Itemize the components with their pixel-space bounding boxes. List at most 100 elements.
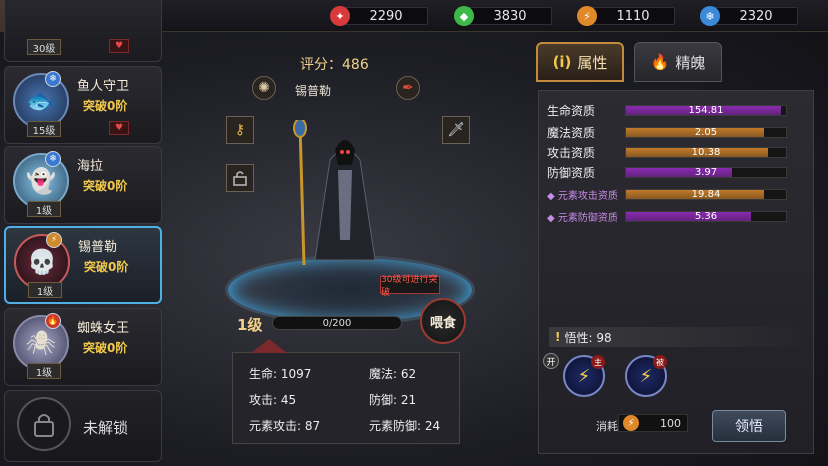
- collapse-arrow-icon[interactable]: [251, 339, 287, 353]
- ruby-icon: ✦: [330, 6, 350, 26]
- info-icon: (i): [552, 53, 572, 71]
- attribute-bar: 19.84: [625, 188, 787, 200]
- pet-display-name: 锡普勒: [295, 84, 332, 98]
- attribute-bar: 5.36: [625, 210, 787, 222]
- pet-name: 锡普勒: [78, 240, 118, 255]
- comprehend-button[interactable]: 领悟: [712, 410, 786, 442]
- pet-card[interactable]: 🐟 ❄ 15级 鱼人守卫 突破0阶 ♥: [4, 66, 162, 144]
- attribute-label: ◆ 元素攻击资质: [547, 190, 618, 202]
- pet-level: 30级: [27, 39, 61, 55]
- attribute-value: 19.84: [691, 188, 721, 200]
- pet-level: 1级: [28, 282, 62, 298]
- pet-score: 评分：486: [300, 57, 369, 73]
- attribute-row: 攻击资质 10.38: [547, 143, 807, 161]
- exclaim-icon: !: [555, 330, 561, 344]
- pet-list[interactable]: 30级 ♥ 🐟 ❄ 15级 鱼人守卫 突破0阶 ♥ 👻 ❄ 1级 海拉 突破0阶…: [0, 0, 168, 466]
- stat-elem-defense: 元素防御: 24: [369, 419, 441, 433]
- sun-badge-icon[interactable]: ✺: [252, 76, 276, 100]
- resource-value: 2320: [714, 7, 798, 25]
- favorite-icon[interactable]: ♥: [109, 121, 129, 135]
- attribute-label: 防御资质: [547, 165, 596, 180]
- cost-amount: 100: [660, 416, 681, 430]
- resource-value: 2290: [344, 7, 428, 25]
- insight-bar: ! 悟性: 98: [549, 327, 809, 347]
- stat-magic: 魔法: 62: [369, 367, 417, 381]
- pet-card-selected[interactable]: 💀 ⚡ 1级 锡普勒 突破0阶: [4, 226, 162, 304]
- key-icon[interactable]: ⚷: [226, 116, 254, 144]
- breakthrough-hint: 30级可进行突破: [380, 275, 440, 298]
- stat-hp: 生命: 1097: [249, 367, 312, 381]
- exp-bar: 0/200: [272, 316, 402, 330]
- tab-label: 精魄: [675, 53, 706, 72]
- attribute-label: ◆ 元素防御资质: [547, 212, 618, 224]
- pet-name: 海拉: [77, 159, 104, 174]
- resource-emerald: ◆ 3830: [454, 5, 552, 27]
- fire-element-icon: 🔥: [45, 313, 61, 329]
- quill-icon[interactable]: ✒: [396, 76, 420, 100]
- attribute-row: 生命资质 154.81: [547, 101, 807, 119]
- resource-energy: ⚡ 1110: [577, 5, 675, 27]
- crystal-icon: ❄: [700, 6, 720, 26]
- sword-icon[interactable]: 🗡: [442, 116, 470, 144]
- skill-passive-icon[interactable]: ⚡ 被: [625, 355, 667, 397]
- resource-value: 3830: [468, 7, 552, 25]
- attribute-row: 魔法资质 2.05: [547, 123, 807, 141]
- locked-pet-card[interactable]: 未解锁: [4, 390, 162, 462]
- pet-stage: 突破0阶: [83, 341, 128, 355]
- stat-elem-attack: 元素攻击: 87: [249, 419, 321, 433]
- locked-label: 未解锁: [83, 419, 129, 437]
- energy-icon: ⚡: [577, 6, 597, 26]
- tab-soul[interactable]: 🔥 精魄: [634, 42, 722, 82]
- emerald-icon: ◆: [454, 6, 474, 26]
- pet-stage: 突破0阶: [84, 260, 129, 274]
- favorite-icon[interactable]: ♥: [109, 39, 129, 53]
- stat-defense: 防御: 21: [369, 393, 417, 407]
- pet-card[interactable]: 👻 ❄ 1级 海拉 突破0阶: [4, 146, 162, 224]
- attribute-value: 10.38: [691, 146, 721, 158]
- attribute-value: 2.05: [694, 126, 718, 138]
- cost-label: 消耗: [596, 420, 618, 433]
- pet-character-model: [293, 120, 376, 266]
- ice-element-icon: ❄: [45, 151, 61, 167]
- passive-badge: 被: [653, 355, 667, 369]
- attribute-row: ◆ 元素防御资质 5.36: [547, 207, 807, 225]
- pet-level: 1级: [27, 201, 61, 217]
- attribute-bar: 3.97: [625, 166, 787, 178]
- attribute-label: 攻击资质: [547, 145, 596, 160]
- skill-main-icon[interactable]: ⚡ 主: [563, 355, 605, 397]
- attribute-box: 生命资质 154.81 魔法资质 2.05 攻击资质 10.38 防御资质 3.97 ◆ 元素攻…: [538, 90, 814, 454]
- pet-card[interactable]: 🕷 🔥 1级 蜘蛛女王 突破0阶: [4, 308, 162, 386]
- tab-label: 属性: [577, 53, 608, 72]
- stats-panel: 生命: 1097 魔法: 62 攻击: 45 防御: 21 元素攻击: 87 元…: [232, 339, 460, 444]
- stat-attack: 攻击: 45: [249, 393, 297, 407]
- tab-attributes[interactable]: (i) 属性: [536, 42, 624, 82]
- ice-element-icon: ❄: [45, 71, 61, 87]
- attribute-value: 3.97: [694, 166, 718, 178]
- attribute-row: 防御资质 3.97: [547, 163, 807, 181]
- right-panel: (i) 属性 🔥 精魄 生命资质 154.81 魔法资质 2.05 攻击资质 10.38 防…: [530, 42, 820, 454]
- pet-level: 1级: [27, 363, 61, 379]
- attribute-value: 5.36: [694, 210, 718, 222]
- energy-icon: ⚡: [623, 415, 639, 431]
- pet-level-display: 1级: [237, 316, 263, 334]
- main-badge: 主: [591, 355, 605, 369]
- pet-stage: 突破0阶: [83, 99, 128, 113]
- attribute-label: 魔法资质: [547, 125, 596, 140]
- insight-value: 悟性: 98: [564, 330, 612, 345]
- attribute-row: ◆ 元素攻击资质 19.84: [547, 185, 807, 203]
- resource-crystal: ❄ 2320: [700, 5, 798, 27]
- pet-level: 15级: [27, 121, 61, 137]
- feed-button[interactable]: 喂食: [420, 298, 466, 344]
- resource-ruby: ✦ 2290: [330, 5, 428, 27]
- pet-card[interactable]: 30级 ♥: [4, 0, 162, 62]
- lightning-element-icon: ⚡: [46, 232, 62, 248]
- cost-value: ⚡ 100: [618, 414, 688, 432]
- pet-stage: 突破0阶: [83, 179, 128, 193]
- attribute-bar: 10.38: [625, 146, 787, 158]
- attribute-bar: 154.81: [625, 104, 787, 116]
- skill-open-badge: 开: [543, 353, 559, 369]
- unlock-icon[interactable]: [226, 164, 254, 192]
- pet-name: 蜘蛛女王: [77, 321, 130, 336]
- attribute-bar: 2.05: [625, 126, 787, 138]
- flame-icon: 🔥: [650, 53, 670, 71]
